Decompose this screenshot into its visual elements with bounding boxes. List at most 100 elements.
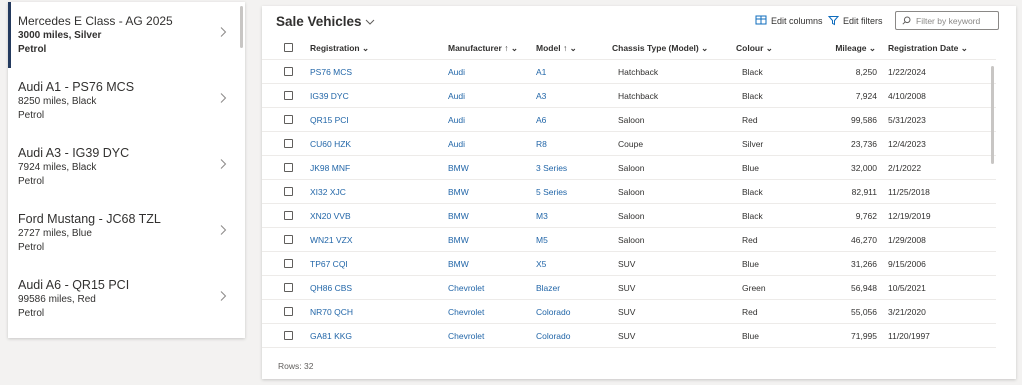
cell-registration[interactable]: GA81 KKG: [310, 331, 352, 341]
vehicle-list-item-fuel: Petrol: [18, 242, 45, 253]
table-row[interactable]: XI32 XJC BMW 5 Series Saloon Black 82,911 11/2…: [262, 180, 996, 204]
cell-manufacturer[interactable]: Chevrolet: [448, 307, 484, 317]
vehicle-list-item-fuel: Petrol: [18, 308, 45, 319]
cell-manufacturer[interactable]: BMW: [448, 187, 469, 197]
table-row[interactable]: QH86 CBS Chevrolet Blazer SUV Green 56,948 10/…: [262, 276, 996, 300]
cell-manufacturer[interactable]: BMW: [448, 211, 469, 221]
cell-registration[interactable]: JK98 MNF: [310, 163, 350, 173]
cell-registration-date: 4/10/2008: [888, 91, 926, 101]
cell-registration[interactable]: PS76 MCS: [310, 67, 352, 77]
cell-manufacturer[interactable]: Audi: [448, 91, 465, 101]
row-select-checkbox[interactable]: [284, 187, 293, 196]
edit-filters-button[interactable]: Edit filters: [828, 15, 883, 26]
cell-manufacturer[interactable]: Chevrolet: [448, 283, 484, 293]
vehicle-list-item-title: Ford Mustang - JC68 TZL: [18, 212, 161, 226]
table-row[interactable]: NR70 QCH Chevrolet Colorado SUV Red 55,056 3/2…: [262, 300, 996, 324]
table-row[interactable]: WN21 VZX BMW M5 Saloon Red 46,270 1/29/2008: [262, 228, 996, 252]
row-select-checkbox[interactable]: [284, 139, 293, 148]
vehicle-list-item[interactable]: Audi A6 - QR15 PCI 99586 miles, Red Petrol: [8, 266, 245, 332]
keyword-filter-input[interactable]: [916, 15, 988, 26]
table-row[interactable]: QR15 PCI Audi A6 Saloon Red 99,586 5/31/2023: [262, 108, 996, 132]
select-all-checkbox[interactable]: [284, 43, 293, 52]
cell-model[interactable]: 5 Series: [536, 187, 567, 197]
cell-model[interactable]: A3: [536, 91, 546, 101]
chevron-down-icon[interactable]: [365, 18, 375, 26]
cell-model[interactable]: Blazer: [536, 283, 560, 293]
cell-registration[interactable]: XN20 VVB: [310, 211, 351, 221]
cell-model[interactable]: Colorado: [536, 331, 571, 341]
cell-model[interactable]: M5: [536, 235, 548, 245]
chevron-right-icon: [220, 27, 227, 37]
vehicle-list-item[interactable]: Ford Mustang - JC68 TZL 2727 miles, Blue P…: [8, 200, 245, 266]
cell-manufacturer[interactable]: Audi: [448, 139, 465, 149]
cell-manufacturer[interactable]: Chevrolet: [448, 331, 484, 341]
row-select-checkbox[interactable]: [284, 259, 293, 268]
row-select-checkbox[interactable]: [284, 235, 293, 244]
column-header-registration-date[interactable]: Registration Date ⌄: [888, 43, 968, 54]
row-select-checkbox[interactable]: [284, 211, 293, 220]
cell-manufacturer[interactable]: Audi: [448, 115, 465, 125]
table-row[interactable]: TP67 CQI BMW X5 SUV Blue 31,266 9/15/2006: [262, 252, 996, 276]
cell-registration[interactable]: XI32 XJC: [310, 187, 346, 197]
row-select-checkbox[interactable]: [284, 91, 293, 100]
vehicle-list-item[interactable]: Audi A1 - PS76 MCS 8250 miles, Black Petro…: [8, 68, 245, 134]
cell-chassis-type: Saloon: [618, 211, 645, 221]
cell-model[interactable]: Colorado: [536, 307, 571, 317]
row-select-checkbox[interactable]: [284, 307, 293, 316]
cell-registration[interactable]: WN21 VZX: [310, 235, 353, 245]
row-select-checkbox[interactable]: [284, 67, 293, 76]
cell-colour: Red: [742, 307, 758, 317]
cell-registration-date: 9/15/2006: [888, 259, 926, 269]
sort-up-icon: ↑: [504, 43, 509, 53]
list-scrollbar[interactable]: [240, 6, 243, 48]
edit-columns-label: Edit columns: [771, 15, 823, 26]
cell-mileage: 82,911: [851, 187, 877, 197]
cell-manufacturer[interactable]: BMW: [448, 163, 469, 173]
row-select-checkbox[interactable]: [284, 283, 293, 292]
table-row[interactable]: JK98 MNF BMW 3 Series Saloon Blue 32,000 2/1/2…: [262, 156, 996, 180]
column-header-registration[interactable]: Registration ⌄: [310, 43, 369, 54]
column-header-chassis-type[interactable]: Chassis Type (Model) ⌄: [612, 43, 708, 54]
cell-chassis-type: Saloon: [618, 235, 645, 245]
cell-chassis-type: Hatchback: [618, 91, 659, 101]
cell-model[interactable]: 3 Series: [536, 163, 567, 173]
column-header-manufacturer[interactable]: Manufacturer ↑ ⌄: [448, 43, 518, 54]
cell-model[interactable]: X5: [536, 259, 546, 269]
grid-title[interactable]: Sale Vehicles: [276, 14, 362, 29]
keyword-filter[interactable]: [895, 11, 999, 30]
table-row[interactable]: IG39 DYC Audi A3 Hatchback Black 7,924 4/10/20…: [262, 84, 996, 108]
vehicle-list-item[interactable]: Audi A3 - IG39 DYC 7924 miles, Black Petro…: [8, 134, 245, 200]
edit-columns-icon: [755, 15, 767, 25]
edit-columns-button[interactable]: Edit columns: [755, 15, 823, 26]
row-select-checkbox[interactable]: [284, 163, 293, 172]
grid-scrollbar[interactable]: [991, 66, 994, 164]
cell-model[interactable]: A6: [536, 115, 546, 125]
cell-manufacturer[interactable]: BMW: [448, 235, 469, 245]
table-row[interactable]: GA81 KKG Chevrolet Colorado SUV Blue 71,995 11…: [262, 324, 996, 348]
chevron-right-icon: [220, 225, 227, 235]
cell-model[interactable]: A1: [536, 67, 546, 77]
cell-model[interactable]: R8: [536, 139, 547, 149]
cell-registration[interactable]: NR70 QCH: [310, 307, 353, 317]
filter-icon: [828, 16, 839, 26]
column-header-model[interactable]: Model ↑ ⌄: [536, 43, 577, 54]
chevron-right-icon: [220, 291, 227, 301]
cell-manufacturer[interactable]: Audi: [448, 67, 465, 77]
cell-registration[interactable]: QH86 CBS: [310, 283, 352, 293]
column-header-mileage[interactable]: Mileage ⌄: [832, 43, 876, 54]
cell-registration[interactable]: QR15 PCI: [310, 115, 349, 125]
row-select-checkbox[interactable]: [284, 331, 293, 340]
row-select-checkbox[interactable]: [284, 115, 293, 124]
table-row[interactable]: CU60 HZK Audi R8 Coupe Silver 23,736 12/4/2023: [262, 132, 996, 156]
cell-colour: Red: [742, 235, 758, 245]
table-row[interactable]: XN20 VVB BMW M3 Saloon Black 9,762 12/19/2019: [262, 204, 996, 228]
vehicle-list-item[interactable]: Mercedes E Class - AG 2025 3000 miles, Si…: [8, 2, 245, 68]
cell-registration[interactable]: IG39 DYC: [310, 91, 349, 101]
cell-registration[interactable]: TP67 CQI: [310, 259, 348, 269]
cell-model[interactable]: M3: [536, 211, 548, 221]
column-header-colour[interactable]: Colour ⌄: [736, 43, 773, 54]
cell-manufacturer[interactable]: BMW: [448, 259, 469, 269]
cell-registration[interactable]: CU60 HZK: [310, 139, 351, 149]
table-row[interactable]: PS76 MCS Audi A1 Hatchback Black 8,250 1/22/20…: [262, 60, 996, 84]
cell-registration-date: 5/31/2023: [888, 115, 926, 125]
